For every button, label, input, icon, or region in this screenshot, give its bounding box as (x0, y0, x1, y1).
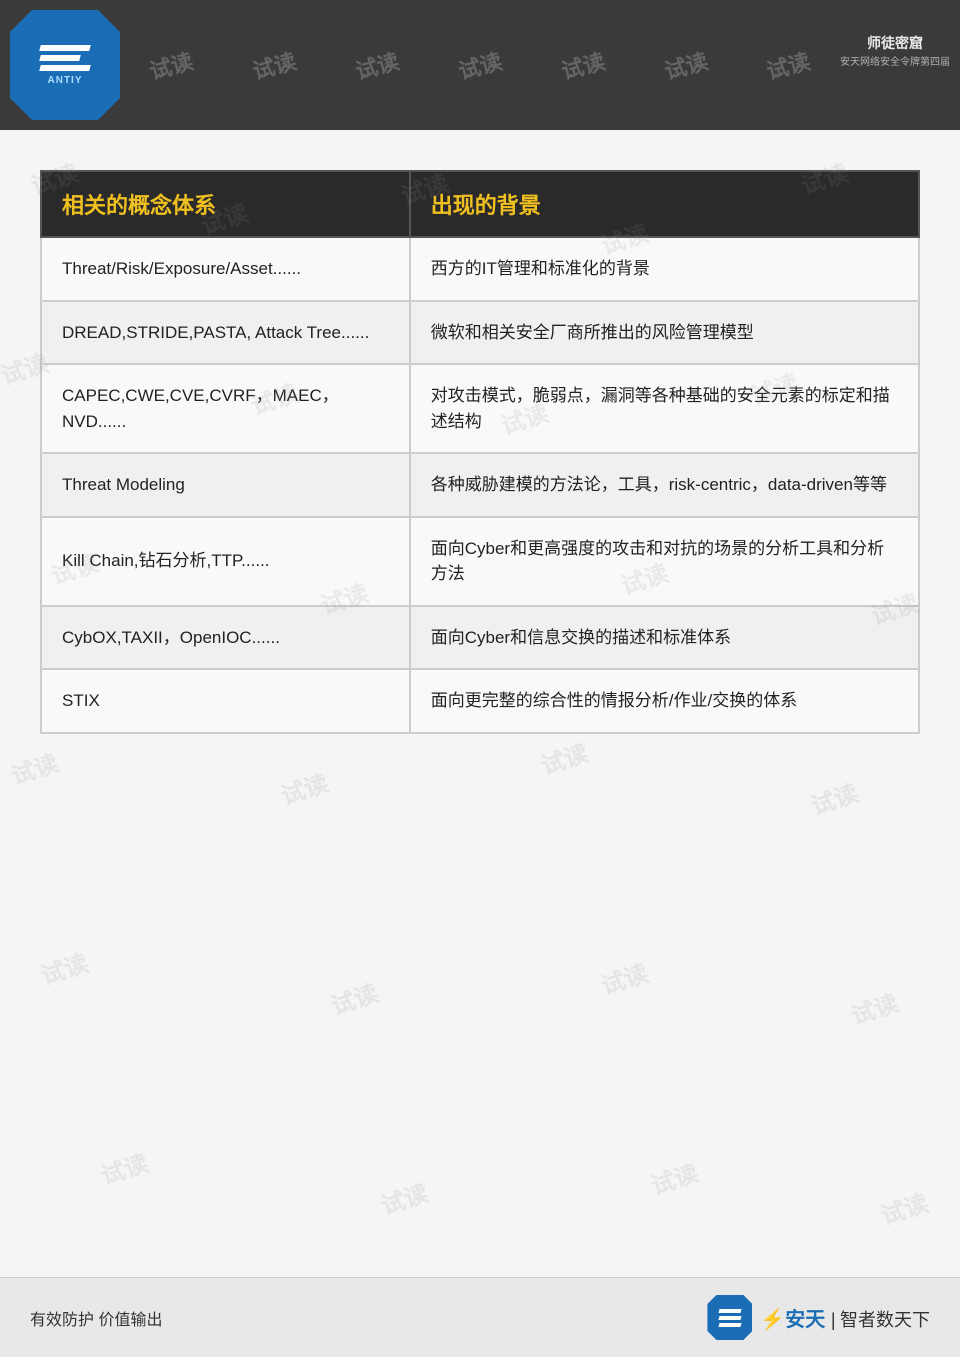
footer-logo-lines (719, 1309, 741, 1327)
table-row: CAPEC,CWE,CVE,CVRF，MAEC，NVD......对攻击模式，脆… (41, 364, 919, 453)
footer-brand-text: ⚡安天 | 智者数天下 (760, 1303, 930, 1332)
header-watermarks: 试读 试读 试读 试读 试读 试读 试读 (120, 0, 840, 130)
right-brand-sub: 安天网络安全令牌第四届 (840, 53, 950, 68)
wm-h2: 试读 (249, 44, 300, 86)
table-row: Threat Modeling各种威胁建模的方法论，工具，risk-centri… (41, 453, 919, 517)
table-row: CybOX,TAXII，OpenIOC......面向Cyber和信息交换的描述… (41, 606, 919, 670)
table-cell-right: 对攻击模式，脆弱点，漏洞等各种基础的安全元素的标定和描述结构 (410, 364, 919, 453)
footer-brand-name: 安天 (785, 1309, 825, 1331)
table-cell-left: DREAD,STRIDE,PASTA, Attack Tree...... (41, 301, 410, 365)
header: ANTIY 试读 试读 试读 试读 试读 试读 试读 师徒密窟 安天网络安全令牌… (0, 0, 960, 130)
table-cell-right: 面向Cyber和信息交换的描述和标准体系 (410, 606, 919, 670)
footer-logo-icon (707, 1295, 752, 1340)
table-cell-right: 面向Cyber和更高强度的攻击和对抗的场景的分析工具和分析方法 (410, 517, 919, 606)
table-cell-left: Kill Chain,钻石分析,TTP...... (41, 517, 410, 606)
logo-line-2 (39, 55, 81, 61)
table-cell-left: Threat/Risk/Exposure/Asset...... (41, 237, 410, 301)
logo-line-3 (39, 65, 91, 71)
table-cell-right: 面向更完整的综合性的情报分析/作业/交换的体系 (410, 669, 919, 733)
logo-text: ANTIY (48, 75, 83, 86)
main-content: 相关的概念体系 出现的背景 Threat/Risk/Exposure/Asset… (0, 130, 960, 1277)
table-row: Kill Chain,钻石分析,TTP......面向Cyber和更高强度的攻击… (41, 517, 919, 606)
footer-slogan: 有效防护 价值输出 (30, 1306, 162, 1330)
table-row: Threat/Risk/Exposure/Asset......西方的IT管理和… (41, 237, 919, 301)
concept-table: 相关的概念体系 出现的背景 Threat/Risk/Exposure/Asset… (40, 170, 920, 734)
wm-h6: 试读 (660, 44, 711, 86)
footer-brand-slogan: 智者数天下 (840, 1310, 930, 1330)
footer: 有效防护 价值输出 ⚡安天 | 智者数天下 (0, 1277, 960, 1357)
wm-h7: 试读 (763, 44, 814, 86)
table-cell-left: CAPEC,CWE,CVE,CVRF，MAEC，NVD...... (41, 364, 410, 453)
logo-graphic (40, 45, 90, 71)
table-cell-left: STIX (41, 669, 410, 733)
table-cell-right: 各种威胁建模的方法论，工具，risk-centric，data-driven等等 (410, 453, 919, 517)
wm-h1: 试读 (146, 44, 197, 86)
table-cell-right: 微软和相关安全厂商所推出的风险管理模型 (410, 301, 919, 365)
right-brand-name: 师徒密窟 (867, 33, 923, 53)
header-logo: ANTIY (10, 10, 120, 120)
footer-brand-cn2: | (831, 1310, 836, 1330)
footer-brand-cn: ⚡安天 (760, 1309, 830, 1331)
footer-logo-line-3 (718, 1323, 741, 1327)
footer-logo-line-1 (718, 1309, 741, 1313)
header-right-brand: 师徒密窟 安天网络安全令牌第四届 (840, 10, 950, 90)
table-row: DREAD,STRIDE,PASTA, Attack Tree......微软和… (41, 301, 919, 365)
wm-h5: 试读 (557, 44, 608, 86)
table-cell-left: Threat Modeling (41, 453, 410, 517)
wm-h4: 试读 (455, 44, 506, 86)
footer-logo-container: ⚡安天 | 智者数天下 (707, 1295, 930, 1340)
footer-logo-line-2 (718, 1316, 741, 1320)
logo-line-1 (39, 45, 91, 51)
table-cell-right: 西方的IT管理和标准化的背景 (410, 237, 919, 301)
wm-h3: 试读 (352, 44, 403, 86)
col2-header: 出现的背景 (410, 171, 919, 237)
table-cell-left: CybOX,TAXII，OpenIOC...... (41, 606, 410, 670)
table-row: STIX面向更完整的综合性的情报分析/作业/交换的体系 (41, 669, 919, 733)
col1-header: 相关的概念体系 (41, 171, 410, 237)
